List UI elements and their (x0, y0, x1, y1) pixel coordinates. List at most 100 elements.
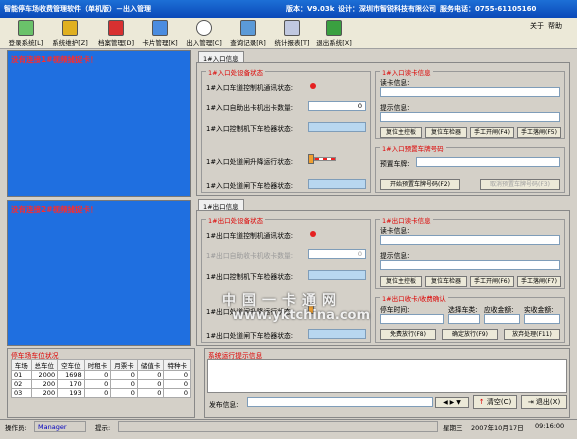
table-row[interactable]: 02 200 170 0 0 0 0 (11, 379, 191, 389)
table-cell: 0 (83, 379, 112, 389)
entry-prompt-info-label: 提示信息: (380, 104, 410, 112)
table-cell: 200 (30, 388, 59, 398)
clear-button[interactable]: ↑ 清空(C) (473, 395, 517, 409)
due-amount-label: 应收金额: (484, 306, 514, 314)
watermark-cn: 中国一卡通网 (222, 293, 342, 309)
table-cell: 0 (110, 388, 138, 398)
entry-comm-status-icon (310, 83, 316, 89)
tab-entry-info[interactable]: 1#入口信息 (198, 51, 244, 63)
entry-barrier-detector-indicator (308, 179, 366, 189)
exit-reset-board-button[interactable]: 复位主控板 (380, 276, 422, 287)
toolbar-login-button[interactable]: 登录系统[L] (8, 19, 44, 48)
stop-time-label: 停车时间: (380, 306, 410, 314)
publish-nav-buttons[interactable]: ◀ ▶ ▼ (435, 397, 469, 408)
parking-slots-table: 车场 总车位 空车位 时租卡 月票卡 储值卡 特种卡 01 2000 1698 … (11, 359, 191, 398)
date: 2007年10月17日 (471, 424, 524, 432)
weekday: 星期三 (443, 424, 463, 432)
abandon-button[interactable]: 放弃处理(F11) (504, 329, 560, 340)
toolbar: 登录系统[L] 系统维护[Z] 档案管理[D] 卡片管理[K] 出入管理[C] … (0, 18, 577, 49)
publish-info-field[interactable] (247, 397, 433, 407)
status-bar: 操作员: Manager 提示: 星期三 2007年10月17日 09:16:0… (0, 419, 577, 433)
exit-prompt-info-field[interactable] (380, 260, 560, 270)
table-cell: 0 (163, 388, 191, 398)
due-amount-field (484, 314, 520, 324)
hotline-label: 服务电话：0755-61105160 (440, 5, 537, 13)
entry-preset-plate-label: 预置车牌: (380, 160, 410, 168)
archive-icon (108, 20, 124, 36)
exit-prompt-info-label: 提示信息: (380, 252, 410, 260)
exit-loop-detector-label: 1#出口控制机下车检器状态: (206, 273, 294, 281)
exit-button-label: 退出(X) (535, 398, 561, 406)
exit-fee-group-title: 1#出口收卡/收费确认 (380, 293, 448, 303)
help-menu[interactable]: 帮助 (548, 21, 562, 31)
toolbar-card-button[interactable]: 卡片管理[K] (140, 19, 180, 48)
exit-read-info-field[interactable] (380, 235, 560, 245)
entry-plate-group: 1#入口预置车牌号码 预置车牌: 开始预置车牌号码(F2) 取消预置车牌号码(F… (375, 143, 565, 193)
entry-card-group-title: 1#入口读卡信息 (380, 67, 433, 77)
entry-card-count-field: 0 (308, 101, 366, 111)
version-label: 版本：V9.03k (286, 5, 335, 13)
entry-reset-detector-button[interactable]: 复位车检器 (425, 127, 467, 138)
exit-open-gate-button[interactable]: 手工开闸(F6) (470, 276, 514, 287)
entry-read-info-field[interactable] (380, 87, 560, 97)
exit-card-group: 1#出口读卡信息 读卡信息: 提示信息: 复位主控板 复位车检器 手工开闸(F6… (375, 215, 565, 289)
table-row[interactable]: 03 200 193 0 0 0 0 (11, 388, 191, 398)
exit-reset-detector-button[interactable]: 复位车检器 (425, 276, 467, 287)
login-icon (18, 20, 34, 36)
table-cell: 0 (110, 370, 138, 380)
exit-close-gate-button[interactable]: 手工落闸(F7) (517, 276, 561, 287)
entry-close-gate-button[interactable]: 手工落闸(F5) (517, 127, 561, 138)
toolbar-query-button[interactable]: 查询记录[R] (228, 19, 268, 48)
paid-amount-field[interactable] (524, 314, 560, 324)
toolbar-maintenance-button[interactable]: 系统维护[Z] (52, 19, 88, 48)
exit-device-group-title: 1#出口处设备状态 (206, 215, 266, 225)
stop-time-field (380, 314, 444, 324)
query-icon (240, 20, 256, 36)
toolbar-exit-button[interactable]: 退出系统[X] (314, 19, 354, 48)
exit-barrier-detector-label: 1#出口处道闸下车检器状态: (206, 332, 294, 340)
confirm-release-button[interactable]: 确定放行(F9) (442, 329, 498, 340)
exit-card-count-field: 0 (308, 249, 366, 259)
table-cell: 0 (83, 370, 112, 380)
table-header: 月票卡 (110, 359, 138, 371)
vehicle-type-select[interactable] (448, 314, 480, 324)
tab-exit-info[interactable]: 1#出口信息 (198, 199, 244, 211)
exit-read-info-label: 读卡信息: (380, 227, 410, 235)
toolbar-archive-button[interactable]: 档案管理[D] (96, 19, 136, 48)
hint-value (118, 421, 438, 432)
entry-loop-detector-label: 1#入口控制机下车检器状态: (206, 125, 294, 133)
entry-plate-group-title: 1#入口预置车牌号码 (380, 143, 446, 153)
entry-card-count-label: 1#入口自助出卡机出卡数量: (206, 104, 294, 112)
exit-card-group-title: 1#出口读卡信息 (380, 215, 433, 225)
table-cell: 03 (11, 388, 32, 398)
operator-value: Manager (34, 421, 86, 432)
exit-reader-comm-label: 1#出口车道控制机通讯状态: (206, 232, 294, 240)
system-log-area[interactable] (207, 359, 567, 393)
report-icon (284, 20, 300, 36)
time: 09:16:00 (535, 422, 565, 430)
table-header: 总车位 (30, 359, 59, 371)
clear-button-label: 清空(C) (486, 398, 512, 406)
toolbar-report-button[interactable]: 统计报表[T] (272, 19, 312, 48)
entry-prompt-info-field[interactable] (380, 112, 560, 122)
card-icon (152, 20, 168, 36)
start-preset-plate-button[interactable]: 开始预置车牌号码(F2) (380, 179, 460, 190)
about-menu[interactable]: 关于 (530, 21, 544, 31)
entry-read-info-label: 读卡信息: (380, 79, 410, 87)
entry-reset-board-button[interactable]: 复位主控板 (380, 127, 422, 138)
exit-barrier-detector-indicator (308, 329, 366, 339)
toolbar-access-button[interactable]: 出入管理[C] (184, 19, 224, 48)
exit-button[interactable]: ⇥ 退出(X) (521, 395, 567, 409)
table-header-row: 车场 总车位 空车位 时租卡 月票卡 储值卡 特种卡 (11, 359, 191, 371)
cancel-preset-plate-button[interactable]: 取消预置车牌号码(F3) (480, 179, 560, 190)
entry-preset-plate-select[interactable] (416, 157, 560, 167)
video-1-caption: 没有连接1#视频捕捉卡！ (11, 55, 98, 64)
table-cell: 0 (136, 370, 165, 380)
entry-open-gate-button[interactable]: 手工开闸(F4) (470, 127, 514, 138)
table-row[interactable]: 01 2000 1698 0 0 0 0 (11, 370, 191, 380)
entry-device-group-title: 1#入口处设备状态 (206, 67, 266, 77)
free-release-button[interactable]: 免费放行(F8) (380, 329, 436, 340)
video-panel-2: 没有连接2#视频捕捉卡！ (7, 200, 191, 346)
exit-device-group: 1#出口处设备状态 1#出口车道控制机通讯状态: 1#出口自助收卡机收卡数量: … (201, 215, 371, 343)
table-cell: 02 (11, 379, 32, 389)
